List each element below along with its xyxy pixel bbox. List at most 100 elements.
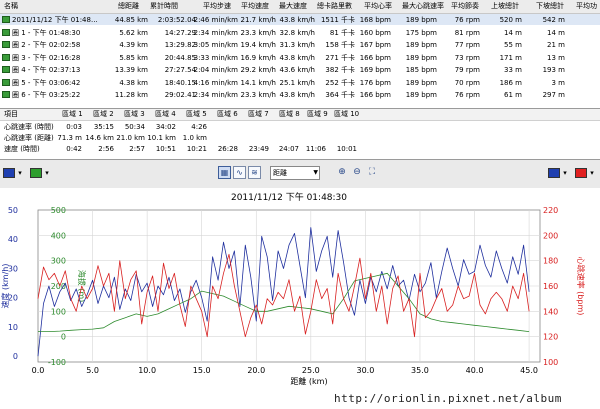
- chart-toolbar: ▾ ▾ ▦ ∿ ≋ 距離 ▼ ⊕ ⊖ ⛶ ▾ ▾: [0, 160, 600, 189]
- lap-cell: 4:16 min/km: [193, 78, 238, 87]
- y1-axis-label: 速度 (km/h): [0, 264, 10, 309]
- y3-tick-label: 200: [543, 231, 558, 240]
- col-header-descent[interactable]: 下坡總計: [536, 0, 564, 12]
- chart-view-icon[interactable]: ▦: [218, 166, 231, 179]
- lap-icon: [2, 53, 10, 61]
- zone-row[interactable]: 心跳速率 (距離) 71.3 m 14.6 km 21.0 km 10.1 km 1.0 …: [0, 133, 600, 144]
- zone-cell: 2:56: [98, 145, 114, 153]
- right-axis-color-1-dropdown-icon[interactable]: ▾: [561, 168, 569, 178]
- y3-tick-label: 140: [543, 307, 558, 316]
- lap-row[interactable]: 圈 4 - 下午 02:37:13 13.39 km 27:27.54 2:04 mi…: [0, 64, 600, 75]
- lap-cell: 2:34 min/km: [193, 28, 238, 37]
- col-header-max-hr[interactable]: 最大心跳速率: [402, 0, 444, 12]
- x-tick-label: 40.0: [466, 366, 484, 375]
- zone-header-item[interactable]: 項目: [4, 109, 18, 120]
- lap-cell: 189 bpm: [405, 78, 437, 87]
- col-header-calories[interactable]: 總卡路里數: [317, 0, 352, 12]
- zone-header-3[interactable]: 區域 3: [124, 109, 145, 120]
- lap-row[interactable]: 圈 3 - 下午 02:16:28 5.85 km 20:44.85 3:33 min…: [0, 52, 600, 63]
- lap-row[interactable]: 圈 2 - 下午 02:02:58 4.39 km 13:29.82 3:05 min…: [0, 39, 600, 50]
- lap-cell: 167 bpm: [359, 41, 391, 49]
- zone-header-6[interactable]: 區域 6: [217, 109, 238, 120]
- col-header-pace[interactable]: 平均步速: [203, 0, 231, 12]
- col-header-distance[interactable]: 總距離: [118, 0, 139, 12]
- zone-cell: 0:42: [66, 145, 82, 153]
- lap-cell: 169 bpm: [359, 66, 391, 74]
- col-header-max-speed[interactable]: 最大速度: [279, 0, 307, 12]
- lap-cell: 圈 6 - 下午 03:25:22: [12, 91, 81, 99]
- y3-tick-label: 180: [543, 257, 558, 266]
- y2-tick-label: -100: [48, 358, 66, 367]
- lap-cell: 193 m: [542, 66, 565, 74]
- fit-icon[interactable]: ⛶: [366, 166, 378, 179]
- graph-view-icon[interactable]: ∿: [233, 166, 246, 179]
- lap-cell: 13.39 km: [114, 66, 148, 74]
- left-axis-color-2-dropdown-icon[interactable]: ▾: [43, 168, 51, 178]
- zone-header-5[interactable]: 區域 5: [186, 109, 207, 120]
- x-axis-select[interactable]: 距離 ▼: [270, 166, 320, 180]
- y2-tick-label: 0: [61, 333, 66, 342]
- col-header-name[interactable]: 名稱: [4, 0, 18, 12]
- lap-cell: 16.9 km/h: [240, 53, 276, 62]
- lap-cell: 圈 5 - 下午 03:06:42: [12, 78, 81, 87]
- lap-cell: 79 rpm: [454, 66, 480, 74]
- activity-chart[interactable]: 2011/11/12 下午 01:48:30 0.0 5.0 10.0 15.0 20.0…: [0, 188, 600, 407]
- lap-cell: 73 rpm: [454, 53, 480, 62]
- zone-header-1[interactable]: 區域 1: [62, 109, 83, 120]
- lap-row[interactable]: 圈 1 - 下午 01:48:30 5.62 km 14:27.29 2:34 min…: [0, 27, 600, 38]
- lap-row[interactable]: 圈 6 - 下午 03:25:22 11.28 km 29:02.41 2:34 mi…: [0, 89, 600, 100]
- left-axis-color-2-swatch[interactable]: [30, 168, 42, 178]
- activity-summary-row[interactable]: 2011/11/12 下午 01:48... 44.85 km 2:03:52.04…: [0, 14, 600, 25]
- col-header-avg-speed[interactable]: 平均速度: [241, 0, 269, 12]
- lap-cell: 23.3 km/h: [240, 91, 276, 99]
- x-tick-label: 30.0: [356, 366, 374, 375]
- lap-cell: 76 rpm: [454, 16, 480, 24]
- zone-header-10[interactable]: 區域 10: [334, 109, 359, 120]
- left-axis-color-1-swatch[interactable]: [3, 168, 15, 178]
- lap-cell: 55 m: [504, 41, 522, 49]
- zone-header-8[interactable]: 區域 8: [279, 109, 300, 120]
- laps-table: 名稱 總距離 累計時間 平均步速 平均速度 最大速度 總卡路里數 平均心率 最大…: [0, 0, 600, 109]
- right-axis-color-1-swatch[interactable]: [548, 168, 560, 178]
- zone-header-4[interactable]: 區域 4: [155, 109, 176, 120]
- col-header-avg-power[interactable]: 平均功: [576, 0, 597, 12]
- activity-chart-svg[interactable]: 2011/11/12 下午 01:48:30 0.0 5.0 10.0 15.0 20.0…: [0, 188, 600, 407]
- col-header-avg-hr[interactable]: 平均心率: [364, 0, 392, 12]
- x-tick-label: 20.0: [247, 366, 265, 375]
- lap-cell: 189 bpm: [405, 16, 437, 24]
- lap-cell: 圈 4 - 下午 02:37:13: [12, 66, 81, 74]
- lap-cell: 542 m: [542, 16, 565, 24]
- lap-cell: 189 bpm: [405, 53, 437, 62]
- col-header-cadence[interactable]: 平均節奏: [451, 0, 479, 12]
- zones-header: 項目 區域 1 區域 2 區域 3 區域 4 區域 5 區域 6 區域 7 區域…: [0, 109, 600, 121]
- col-header-time[interactable]: 累計時間: [150, 0, 178, 12]
- zone-row[interactable]: 心跳速率 (時間) 0:03 35:15 50:34 34:02 4:26: [0, 122, 600, 133]
- split-view-icon[interactable]: ≋: [248, 166, 261, 179]
- zone-cell: 10:21: [186, 145, 207, 153]
- left-axis-color-1-dropdown-icon[interactable]: ▾: [16, 168, 24, 178]
- right-axis-color-2-swatch[interactable]: [575, 168, 587, 178]
- zoom-in-icon[interactable]: ⊕: [336, 166, 348, 179]
- right-axis-color-2-dropdown-icon[interactable]: ▾: [588, 168, 596, 178]
- lap-cell: 圈 3 - 下午 02:16:28: [12, 53, 81, 62]
- lap-row[interactable]: 圈 5 - 下午 03:06:42 4.38 km 18:40.15 4:16 min…: [0, 77, 600, 88]
- lap-cell: 33 m: [504, 66, 522, 74]
- col-header-ascent[interactable]: 上坡總計: [491, 0, 519, 12]
- x-tick-label: 25.0: [302, 366, 320, 375]
- lap-cell: 2:03:52.04: [157, 16, 196, 24]
- zone-row[interactable]: 速度 (時間) 0:42 2:56 2:57 10:51 10:21 26:28 23:49 2…: [0, 144, 600, 155]
- lap-cell: 2:46 min/km: [193, 16, 238, 24]
- x-tick-label: 10.0: [138, 366, 156, 375]
- lap-cell: 5.85 km: [119, 53, 148, 62]
- zoom-out-icon[interactable]: ⊖: [351, 166, 363, 179]
- zone-header-2[interactable]: 區域 2: [93, 109, 114, 120]
- x-tick-label: 35.0: [411, 366, 429, 375]
- chart-title: 2011/11/12 下午 01:48:30: [231, 191, 347, 203]
- chevron-down-icon: ▼: [313, 169, 318, 176]
- lap-icon: [2, 28, 10, 36]
- zone-header-9[interactable]: 區域 9: [307, 109, 328, 120]
- lap-cell: 43.8 km/h: [279, 91, 315, 99]
- zone-header-7[interactable]: 區域 7: [248, 109, 269, 120]
- lap-cell: 166 bpm: [359, 53, 391, 62]
- watermark: http://orionlin.pixnet.net/album: [334, 392, 562, 405]
